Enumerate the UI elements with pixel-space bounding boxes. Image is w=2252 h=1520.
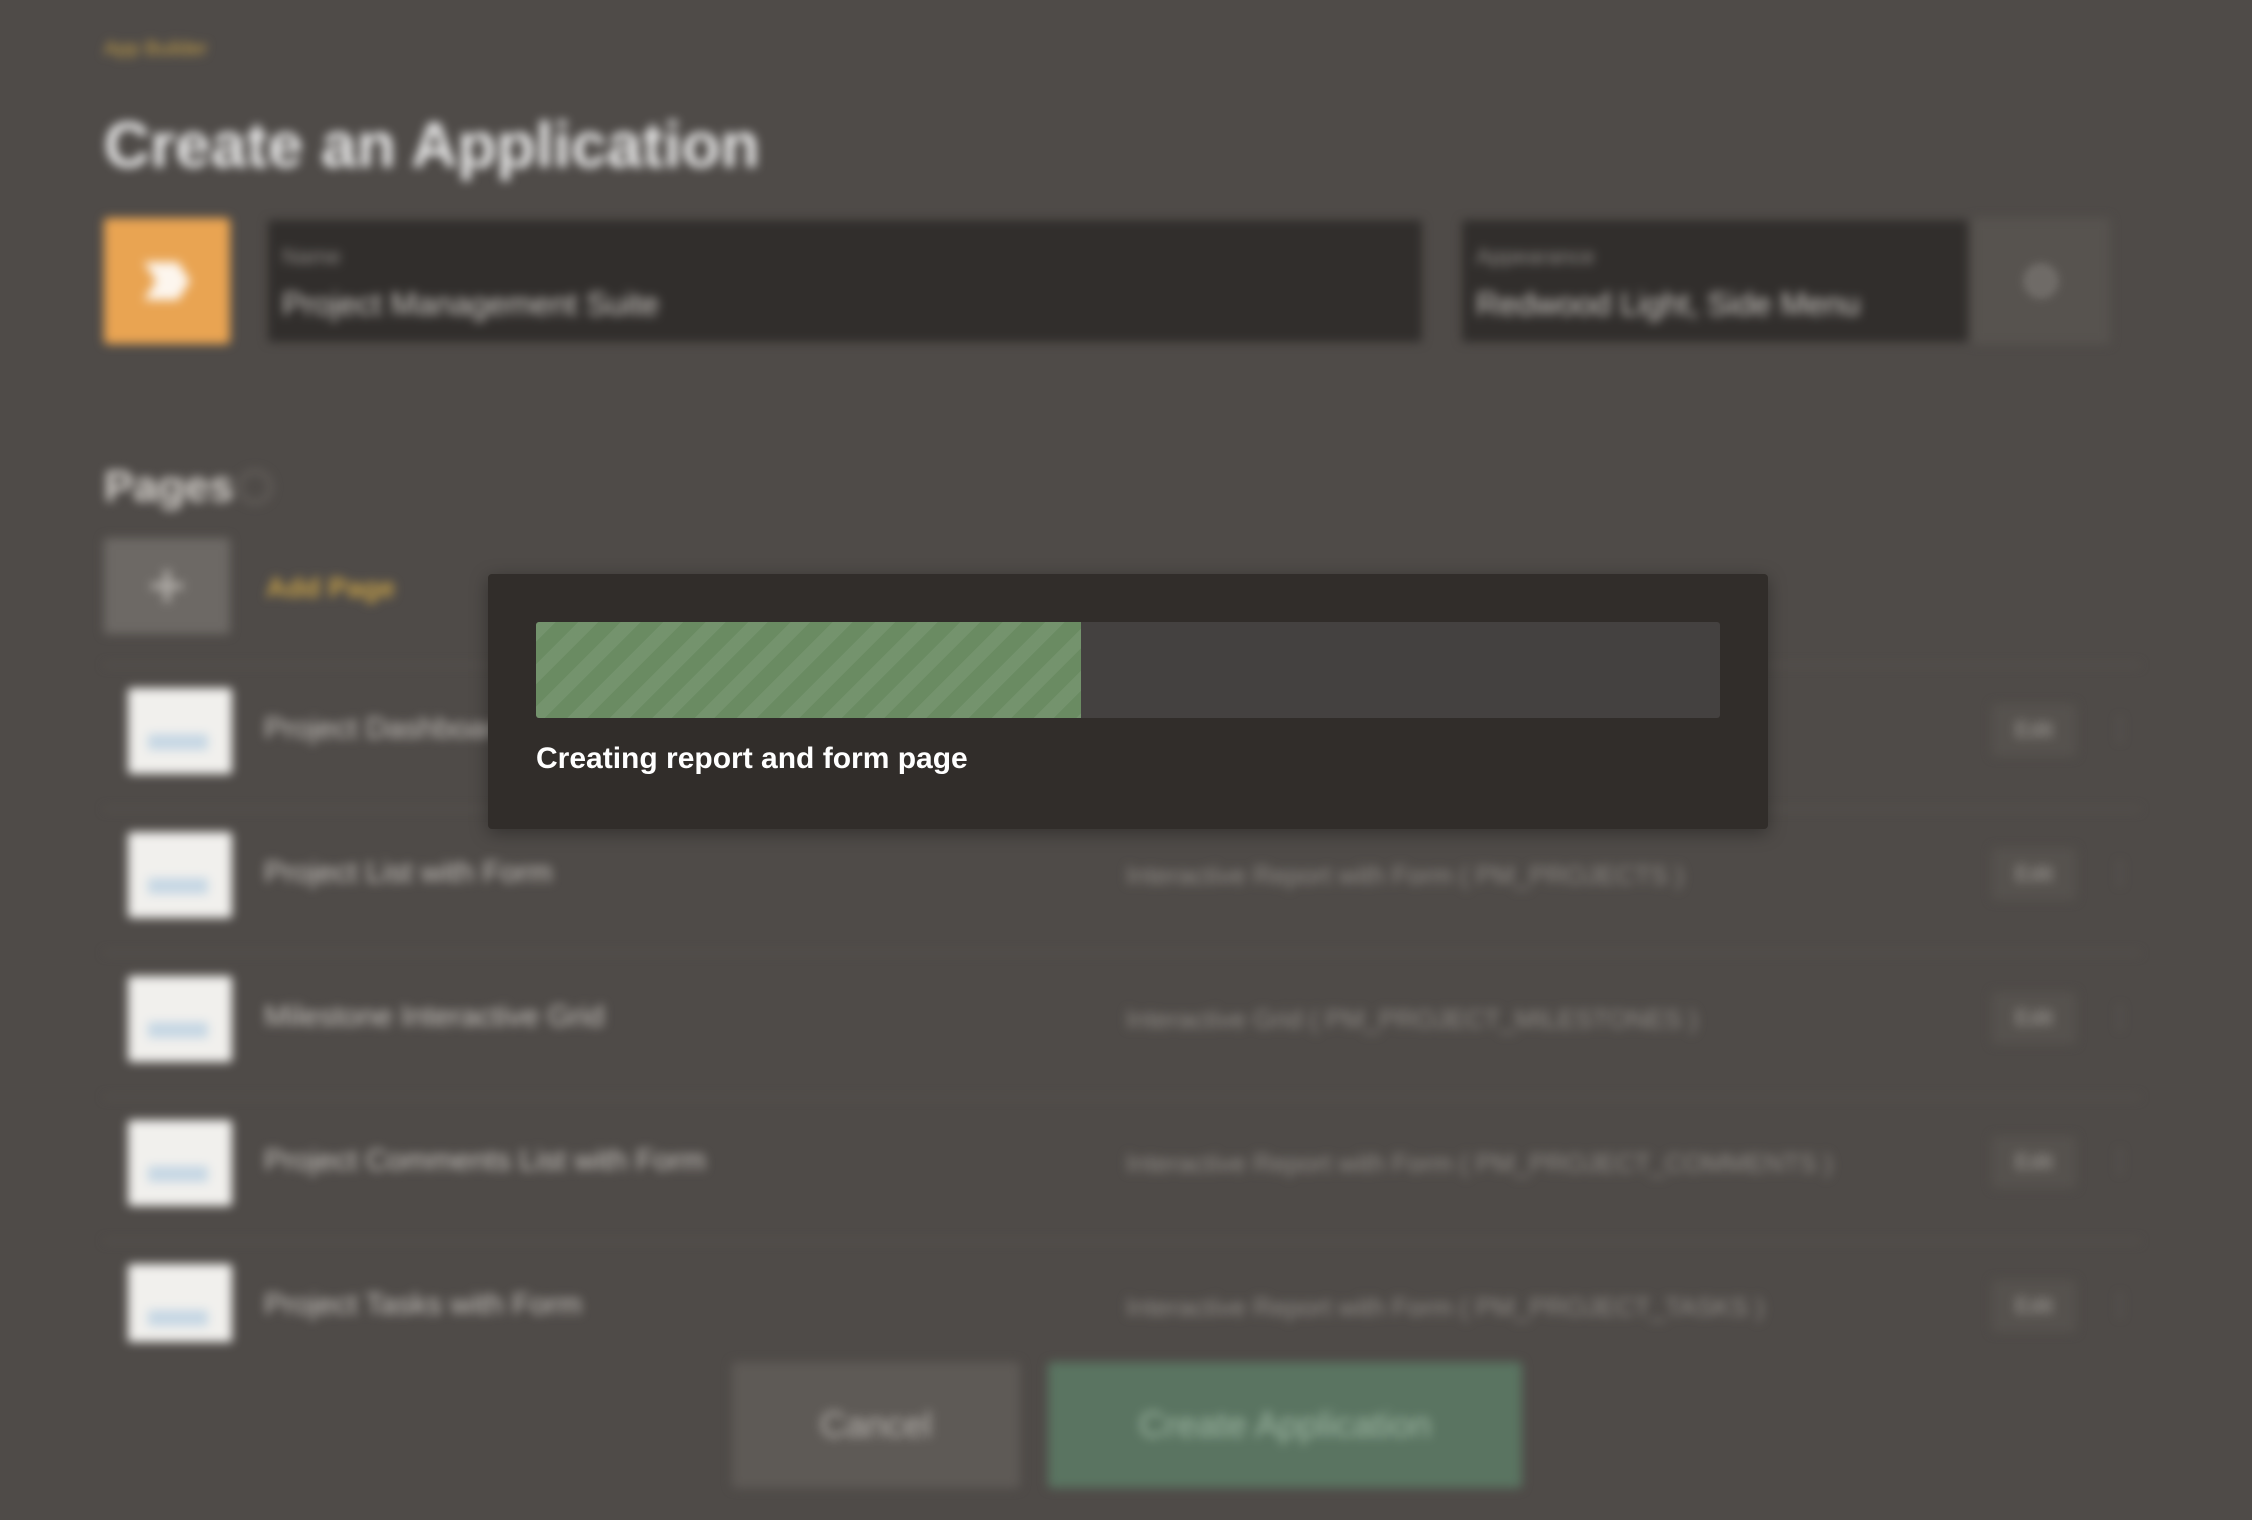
name-field-value: Project Management Suite bbox=[282, 286, 660, 322]
appearance-field-value: Redwood Light, Side Menu bbox=[1476, 286, 1861, 322]
edit-button[interactable]: Edit bbox=[1992, 848, 2076, 900]
app-icon-button[interactable] bbox=[104, 218, 230, 344]
row-menu-icon[interactable]: ⋮ bbox=[2106, 712, 2134, 745]
help-icon[interactable] bbox=[238, 470, 272, 504]
row-menu-icon[interactable]: ⋮ bbox=[2106, 1000, 2134, 1033]
page-row-label: Milestone Interactive Grid bbox=[264, 1000, 605, 1033]
page-thumbnail bbox=[128, 976, 232, 1062]
progress-dialog: Creating report and form page bbox=[488, 574, 1768, 829]
page-row: Milestone Interactive Grid Interactive G… bbox=[104, 952, 2140, 1084]
pages-heading: Pages bbox=[104, 462, 234, 511]
progress-bar bbox=[536, 622, 1720, 718]
appearance-field-label: Appearance bbox=[1476, 244, 1595, 269]
appearance-field[interactable]: Appearance Redwood Light, Side Menu bbox=[1462, 220, 1968, 342]
name-field-label: Name bbox=[282, 244, 341, 269]
breadcrumb[interactable]: App Builder bbox=[104, 38, 207, 61]
page-row-type: Interactive Report with Form ( PM_PROJEC… bbox=[1126, 860, 1684, 890]
page-row-type: Interactive Report with Form ( PM_PROJEC… bbox=[1126, 1292, 1765, 1322]
progress-status-text: Creating report and form page bbox=[536, 742, 968, 775]
appearance-settings-button[interactable] bbox=[1972, 218, 2110, 344]
app-icon bbox=[144, 262, 190, 300]
page-row-label: Project Comments List with Form bbox=[264, 1144, 706, 1177]
add-page-link[interactable]: Add Page bbox=[266, 572, 395, 604]
row-menu-icon[interactable]: ⋮ bbox=[2106, 1288, 2134, 1321]
name-field[interactable]: Name Project Management Suite bbox=[268, 220, 1422, 342]
page-row-label: Project Dashboard bbox=[264, 712, 513, 745]
progress-bar-fill bbox=[536, 622, 1081, 718]
page-row-label: Project List with Form bbox=[264, 856, 553, 889]
edit-button[interactable]: Edit bbox=[1992, 1280, 2076, 1332]
add-page-button[interactable] bbox=[104, 538, 230, 634]
page-row: Project Comments List with Form Interact… bbox=[104, 1096, 2140, 1228]
page-row-type: Interactive Report with Form ( PM_PROJEC… bbox=[1126, 1148, 1833, 1178]
page-thumbnail bbox=[128, 832, 232, 918]
gear-icon bbox=[2025, 265, 2057, 297]
page-row-type: Interactive Grid ( PM_PROJECT_MILESTONES… bbox=[1126, 1004, 1698, 1034]
row-menu-icon[interactable]: ⋮ bbox=[2106, 856, 2134, 889]
cancel-button[interactable]: Cancel bbox=[732, 1362, 1020, 1488]
edit-button[interactable]: Edit bbox=[1992, 704, 2076, 756]
page-thumbnail bbox=[128, 688, 232, 774]
create-application-button[interactable]: Create Application bbox=[1048, 1362, 1522, 1488]
plus-icon bbox=[151, 570, 183, 602]
row-menu-icon[interactable]: ⋮ bbox=[2106, 1144, 2134, 1177]
page-thumbnail bbox=[128, 1120, 232, 1206]
page-thumbnail bbox=[128, 1264, 232, 1342]
page-row-label: Project Tasks with Form bbox=[264, 1288, 582, 1321]
page-row: Project Tasks with Form Interactive Repo… bbox=[104, 1240, 2140, 1342]
edit-button[interactable]: Edit bbox=[1992, 992, 2076, 1044]
page-title: Create an Application bbox=[104, 109, 760, 181]
edit-button[interactable]: Edit bbox=[1992, 1136, 2076, 1188]
